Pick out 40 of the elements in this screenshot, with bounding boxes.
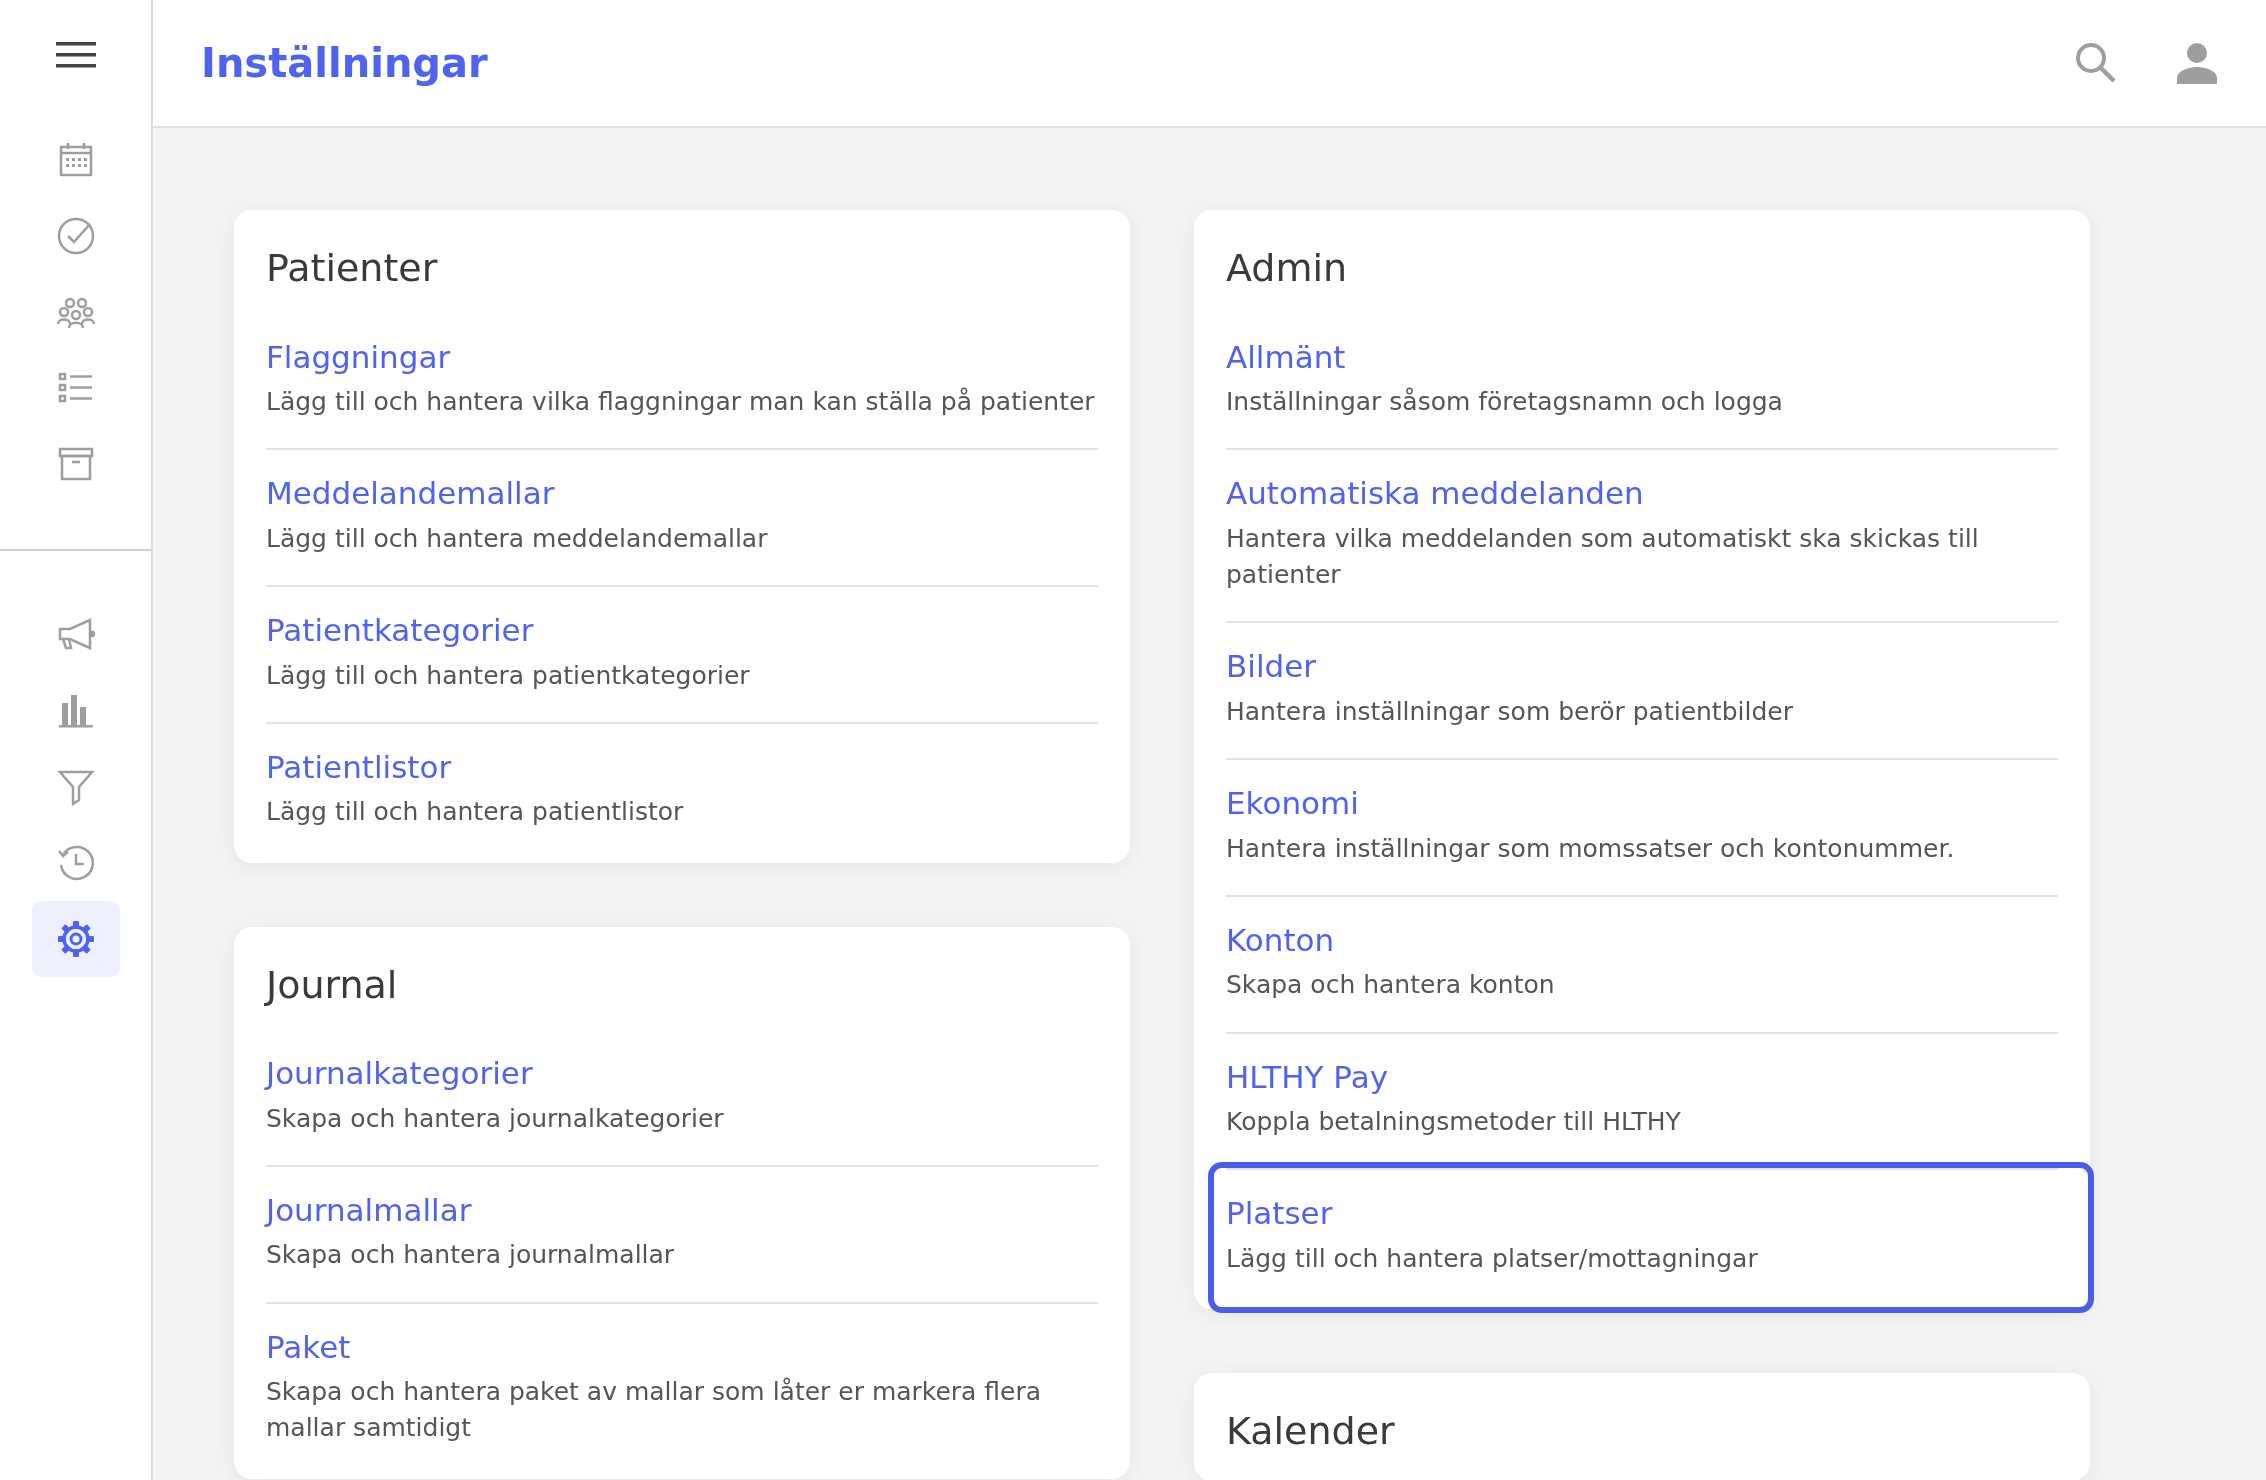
setting-link[interactable]: Flaggningar [266, 333, 451, 381]
setting-link[interactable]: HLTHY Pay [1226, 1053, 1388, 1101]
card-title: Journal [266, 962, 399, 1009]
setting-description: Skapa och hantera journalmallar [266, 1239, 676, 1272]
setting-link[interactable]: Platser [1226, 1190, 1333, 1237]
search-icon[interactable] [2074, 41, 2118, 85]
check-circle-icon [55, 216, 96, 256]
setting-description: Skapa och hantera paket av mallar som låter er markera flera mallar samtidigt [266, 1376, 1043, 1445]
setting-description: Skapa och hantera journalkategorier [266, 1102, 725, 1135]
user-icon[interactable] [2176, 42, 2218, 84]
setting-description: Inställningar såsom företagsnamn och logga [1226, 386, 1784, 419]
setting-link[interactable]: Journalmallar [266, 1186, 472, 1234]
card-title: Admin [1226, 246, 1349, 292]
card-title: Kalender [1226, 1409, 1396, 1455]
setting-link[interactable]: Patientlistor [266, 743, 452, 791]
setting-link[interactable]: Patientkategorier [266, 607, 534, 654]
card-title: Patienter [266, 246, 439, 292]
setting-link[interactable]: Allmänt [1226, 333, 1346, 381]
setting-description: Hantera inställningar som berör patientbilder [1226, 695, 1794, 728]
setting-description: Hantera vilka meddelanden som automatiskt ska skickas till patienter [1226, 522, 1980, 592]
setting-description: Koppla betalningsmetoder till HLTHY [1226, 1106, 1682, 1139]
menu-icon[interactable] [55, 40, 96, 70]
setting-description: Lägg till och hantera patientlistor [266, 796, 685, 829]
setting-description: Lägg till och hantera meddelandemallar [266, 522, 769, 555]
page-title: Inställningar [201, 39, 488, 87]
setting-link[interactable]: Paket [266, 1323, 351, 1371]
setting-description: Skapa och hantera konton [1226, 969, 1556, 1002]
setting-link[interactable]: Journalkategorier [266, 1050, 533, 1097]
setting-link[interactable]: Bilder [1226, 643, 1316, 690]
settings-icon [55, 919, 96, 959]
setting-description: Lägg till och hantera vilka flaggningar man kan ställa på patienter [266, 386, 1096, 419]
setting-link[interactable]: Konton [1226, 916, 1335, 964]
history-icon [55, 843, 96, 883]
setting-link[interactable]: Meddelandemallar [266, 470, 555, 517]
setting-description: Lägg till och hantera patientkategorier [266, 659, 751, 692]
setting-link[interactable]: Ekonomi [1226, 780, 1359, 827]
sidebar-item[interactable] [31, 901, 120, 977]
setting-description: Lägg till och hantera platser/mottagningar [1226, 1242, 1759, 1275]
setting-link[interactable]: Automatiska meddelanden [1226, 470, 1644, 517]
setting-description: Hantera inställningar som momssatser och kontonummer. [1226, 832, 1956, 865]
